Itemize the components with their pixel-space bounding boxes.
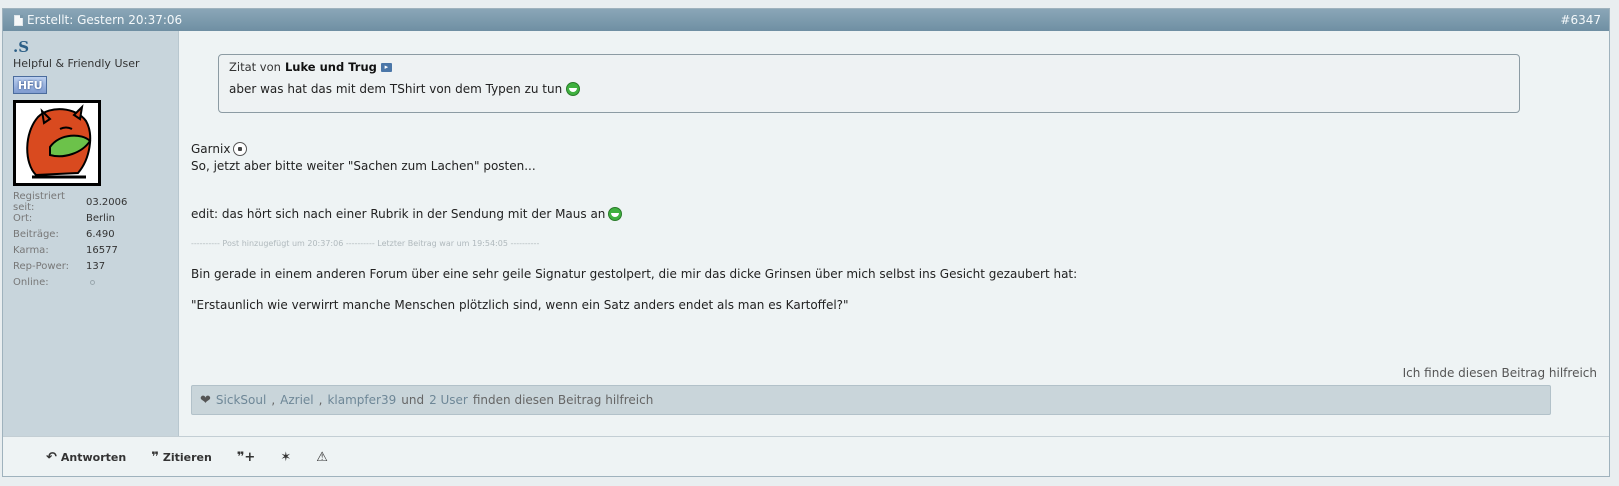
post-header: Erstellt: Gestern 20:37:06 #6347 [3,9,1609,31]
user-title: Helpful & Friendly User [13,57,140,70]
heart-icon: ❤ [200,392,211,408]
post-created-text: Erstellt: Gestern 20:37:06 [27,13,183,27]
stat-posts: Beiträge: 6.490 [13,228,115,240]
body-line-3: Bin gerade in einem anderen Forum über e… [191,267,1078,281]
grin-smiley-icon [608,207,623,221]
stat-rep-power: Rep-Power: 137 [13,260,106,272]
body-line-2: So, jetzt aber bitte weiter "Sachen zum … [191,159,536,173]
quote-text: aber was hat das mit dem TShirt von dem … [229,82,1509,96]
report-button[interactable]: ⚠ [316,450,328,465]
user-stats: Registriert seit: 03.2006 Ort: Berlin Be… [13,191,173,290]
jump-to-post-icon[interactable]: ▸ [380,62,392,72]
multiquote-button[interactable]: ❞+ [237,450,256,465]
quote-author: Luke und Trug [284,60,377,74]
quote-block: Zitat von Luke und Trug ▸ aber was hat d… [218,54,1520,113]
star-icon: ✶ [280,450,292,465]
grin-smiley-icon [566,82,581,96]
stat-karma: Karma: 16577 [13,244,118,256]
thanks-others-link[interactable]: 2 User [429,393,468,407]
document-icon [14,14,23,26]
thanks-user-link[interactable]: klampfer39 [327,393,396,407]
soccer-ball-smiley-icon [233,142,248,156]
stat-online: Online: [13,274,173,290]
quote-bubble-icon: ❞ [151,450,159,465]
body-edit-line: edit: das hört sich nach einer Rubrik in… [191,207,623,221]
body-line-4: "Erstaunlich wie verwirrt manche Mensche… [191,298,849,312]
avatar-image [16,103,98,183]
hfu-badge-icon: HFU [13,76,47,94]
avatar[interactable] [13,100,101,186]
multiquote-plus-icon: ❞+ [236,450,256,465]
post-number-link[interactable]: #6347 [1560,13,1601,27]
stat-registered: Registriert seit: 03.2006 [13,191,128,213]
body-line-garnix: Garnix [191,142,248,156]
thanks-button[interactable]: ✶ [280,450,291,465]
post-footer: ↶ Antworten ❞ Zitieren ❞+ ✶ ⚠ [3,436,1609,478]
merge-separator: ---------- Post hinzugefügt um 20:37:06 … [191,239,540,248]
thanks-box: ❤ SickSoul, Azriel, klampfer39 und 2 Use… [191,385,1551,415]
post-date: Erstellt: Gestern 20:37:06 [14,13,182,27]
stat-location: Ort: Berlin [13,212,116,224]
thanks-user-link[interactable]: Azriel [280,393,314,407]
username-link[interactable]: .S [13,40,178,55]
post-content: Zitat von Luke und Trug ▸ aber was hat d… [189,31,1609,436]
helpful-button[interactable]: Ich finde diesen Beitrag hilfreich [1403,366,1597,380]
quote-button[interactable]: ❞ Zitieren [151,450,212,465]
quote-header: Zitat von Luke und Trug ▸ [229,60,1509,74]
warning-triangle-icon: ⚠ [316,450,328,465]
post-container: Erstellt: Gestern 20:37:06 #6347 .S Help… [2,8,1610,477]
offline-status-icon [90,279,95,285]
reply-button[interactable]: ↶ Antworten [46,450,126,465]
thanks-suffix: finden diesen Beitrag hilfreich [472,393,654,407]
thanks-user-link[interactable]: SickSoul [216,393,266,407]
reply-arrow-icon: ↶ [46,450,57,465]
thanks-connector: und [401,393,425,407]
user-sidebar: .S Helpful & Friendly User HFU Registrie… [3,31,179,436]
